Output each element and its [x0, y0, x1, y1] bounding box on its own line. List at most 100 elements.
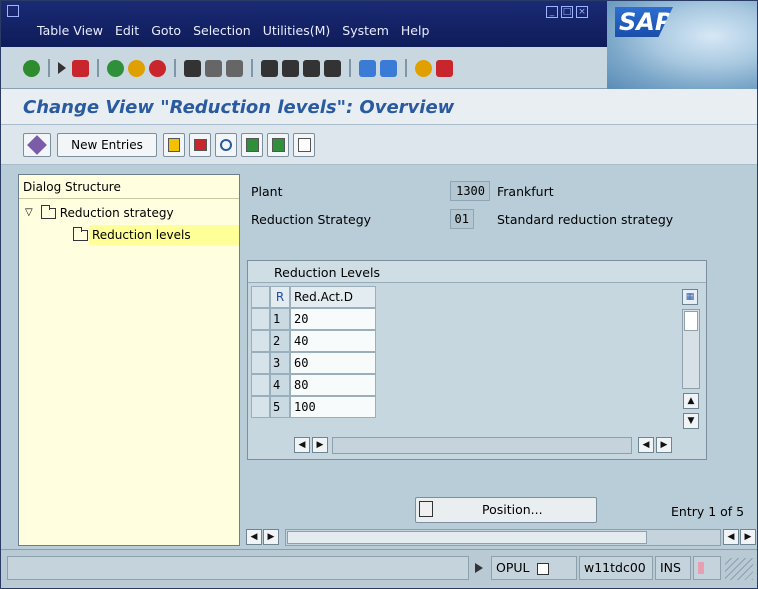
sap-logo: SAP: [607, 1, 757, 89]
find-next-icon[interactable]: [226, 59, 243, 77]
deselect-all-button[interactable]: [293, 133, 315, 157]
undo-icon: [220, 139, 232, 151]
status-message-area[interactable]: [7, 556, 469, 580]
row-selector[interactable]: [251, 396, 270, 418]
row-selector[interactable]: [251, 308, 270, 330]
menu-goto[interactable]: Goto: [151, 23, 181, 38]
table-cell-red-act-d[interactable]: 60: [290, 352, 376, 374]
table-cell-r: 1: [270, 308, 290, 330]
display-change-button[interactable]: [23, 133, 51, 157]
screen-horizontal-scrollbar[interactable]: [285, 529, 721, 546]
tree-item-reduction-levels[interactable]: Reduction levels: [73, 225, 191, 245]
delete-icon: [193, 139, 207, 151]
tree-item-reduction-strategy[interactable]: ▽ Reduction strategy: [25, 203, 174, 223]
menu-selection[interactable]: Selection: [193, 23, 251, 38]
help-icon[interactable]: [415, 59, 432, 77]
toolbar-separator: [349, 59, 351, 77]
find-icon[interactable]: [205, 59, 222, 77]
previous-page-icon[interactable]: [282, 59, 299, 77]
delete-button[interactable]: [189, 133, 211, 157]
toolbar-separator: [405, 59, 407, 77]
scrollbar-thumb[interactable]: [287, 531, 647, 544]
maximize-icon[interactable]: □: [561, 6, 573, 18]
screen-scroll-right-button[interactable]: ▶: [263, 529, 279, 545]
resize-grip[interactable]: [725, 558, 753, 580]
reduction-levels-table: Reduction Levels R Red.Act.D 1 20 2 40 3…: [247, 260, 707, 460]
new-entries-button[interactable]: New Entries: [57, 133, 157, 157]
table-cell-red-act-d[interactable]: 40: [290, 330, 376, 352]
table-cell-r: 2: [270, 330, 290, 352]
cancel-icon[interactable]: [149, 59, 166, 77]
shortcut-icon[interactable]: [380, 59, 397, 77]
row-selector[interactable]: [251, 374, 270, 396]
scroll-down-button[interactable]: ▼: [683, 413, 699, 429]
deselect-all-icon: [297, 138, 311, 152]
table-cell-r: 5: [270, 396, 290, 418]
menu-edit[interactable]: Edit: [115, 23, 139, 38]
toolbar-separator: [174, 59, 176, 77]
reduction-strategy-description: Standard reduction strategy: [497, 212, 674, 227]
menu-table-view[interactable]: Table View: [37, 23, 103, 38]
screen-scroll-left-button[interactable]: ◀: [723, 529, 739, 545]
expanded-node-icon[interactable]: ▽: [25, 203, 33, 223]
menu-utilities[interactable]: Utilities(M): [263, 23, 331, 38]
column-header-red-act-d[interactable]: Red.Act.D: [290, 286, 376, 308]
insert-mode-box[interactable]: INS: [655, 556, 691, 580]
create-session-icon[interactable]: [359, 59, 376, 77]
undo-button[interactable]: [215, 133, 237, 157]
save-icon[interactable]: [72, 59, 89, 77]
entry-counter: Entry 1 of 5: [671, 504, 745, 519]
scroll-left-button[interactable]: ◀: [638, 437, 654, 453]
next-page-icon[interactable]: [303, 59, 320, 77]
first-page-icon[interactable]: [261, 59, 278, 77]
lock-icon: [698, 562, 704, 574]
tree-item-label: Reduction levels: [92, 228, 191, 242]
select-all-button[interactable]: [241, 133, 263, 157]
scroll-right-button[interactable]: ▶: [312, 437, 328, 453]
plant-label: Plant: [251, 184, 283, 199]
table-cell-red-act-d[interactable]: 100: [290, 396, 376, 418]
row-selector[interactable]: [251, 352, 270, 374]
title-bar: Change View "Reduction levels": Overview: [1, 89, 757, 125]
scroll-up-button[interactable]: ▲: [683, 393, 699, 409]
position-button[interactable]: Position...: [415, 497, 597, 523]
print-icon[interactable]: [184, 59, 201, 77]
system-info-box[interactable]: OPUL: [491, 556, 577, 580]
table-horizontal-scrollbar[interactable]: [332, 437, 632, 454]
status-expand-icon[interactable]: [475, 563, 483, 573]
table-cell-red-act-d[interactable]: 20: [290, 308, 376, 330]
close-icon[interactable]: ×: [576, 6, 588, 18]
plant-field: 1300: [450, 181, 490, 201]
sap-logo-badge: SAP: [615, 7, 673, 37]
screen-scroll-left-button[interactable]: ◀: [246, 529, 262, 545]
back-icon[interactable]: [107, 59, 124, 77]
last-page-icon[interactable]: [324, 59, 341, 77]
table-cell-r: 4: [270, 374, 290, 396]
system-info-dropdown-icon[interactable]: [537, 562, 550, 575]
sap-window: Table View Edit Goto Selection Utilities…: [0, 0, 758, 589]
column-header-r[interactable]: R: [270, 286, 290, 308]
row-selector[interactable]: [251, 330, 270, 352]
copy-as-button[interactable]: [163, 133, 185, 157]
select-all-rows-button[interactable]: [251, 286, 270, 308]
exit-icon[interactable]: [128, 59, 145, 77]
dialog-structure-tree: Dialog Structure ▽ Reduction strategy Re…: [18, 174, 240, 546]
table-cell-red-act-d[interactable]: 80: [290, 374, 376, 396]
scrollbar-thumb[interactable]: [684, 311, 698, 331]
minimize-icon[interactable]: _: [546, 6, 558, 18]
scroll-right-button[interactable]: ▶: [656, 437, 672, 453]
command-field-icon[interactable]: [58, 62, 68, 74]
scroll-left-button[interactable]: ◀: [294, 437, 310, 453]
menu-system[interactable]: System: [342, 23, 389, 38]
system-name: OPUL: [496, 560, 530, 575]
menu-help[interactable]: Help: [401, 23, 430, 38]
position-icon: [419, 501, 433, 517]
system-menu-icon[interactable]: [7, 5, 19, 17]
enter-icon[interactable]: [23, 59, 40, 77]
layout-menu-icon[interactable]: [436, 59, 453, 77]
table-vertical-scrollbar[interactable]: [682, 309, 700, 389]
screen-scroll-right-button[interactable]: ▶: [740, 529, 756, 545]
select-block-button[interactable]: [267, 133, 289, 157]
table-settings-icon[interactable]: ▦: [682, 289, 698, 305]
window-controls: _ □ ×: [546, 6, 588, 18]
